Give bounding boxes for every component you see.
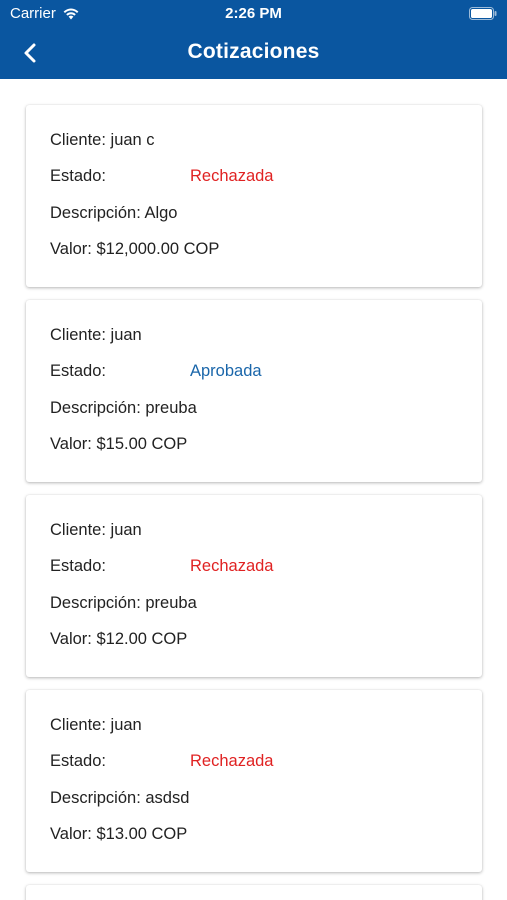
client-text: Cliente: juan c xyxy=(50,131,155,149)
status-label: Estado: xyxy=(50,167,106,185)
value-text: Valor: $12.00 COP xyxy=(50,630,188,648)
quote-card[interactable]: Cliente: juan Estado: Aprobada Descripci… xyxy=(26,300,482,482)
value-text: Valor: $15.00 COP xyxy=(50,435,188,453)
quote-card[interactable]: Cliente: juan Estado: Rechazada Descripc… xyxy=(26,495,482,677)
battery-icon xyxy=(469,7,497,20)
app-header: Carrier 2:26 PM Cotizaciones xyxy=(0,0,507,79)
page-title: Cotizaciones xyxy=(187,40,320,63)
client-text: Cliente: juan xyxy=(50,521,142,539)
description-text: Descripción: preuba xyxy=(50,594,197,612)
value-text: Valor: $13.00 COP xyxy=(50,825,188,843)
status-time: 2:26 PM xyxy=(225,5,282,22)
status-label: Estado: xyxy=(50,557,106,575)
description-text: Descripción: Algo xyxy=(50,204,178,222)
status-badge: Rechazada xyxy=(190,167,274,185)
quote-card[interactable]: Cliente: juan c Estado: Rechazada Descri… xyxy=(26,105,482,287)
client-text: Cliente: juan xyxy=(50,716,142,734)
description-text: Descripción: preuba xyxy=(50,399,197,417)
status-badge: Aprobada xyxy=(190,362,262,380)
quotes-list[interactable]: Cliente: juan c Estado: Rechazada Descri… xyxy=(0,79,507,900)
status-label: Estado: xyxy=(50,752,106,770)
quote-card-partial[interactable] xyxy=(26,885,482,900)
status-badge: Rechazada xyxy=(190,752,274,770)
nav-bar: Cotizaciones xyxy=(0,32,507,74)
status-bar: Carrier 2:26 PM xyxy=(0,0,507,28)
client-text: Cliente: juan xyxy=(50,326,142,344)
value-text: Valor: $12,000.00 COP xyxy=(50,240,220,258)
quote-card[interactable]: Cliente: juan Estado: Rechazada Descripc… xyxy=(26,690,482,872)
status-label: Estado: xyxy=(50,362,106,380)
description-text: Descripción: asdsd xyxy=(50,789,190,807)
status-badge: Rechazada xyxy=(190,557,274,575)
